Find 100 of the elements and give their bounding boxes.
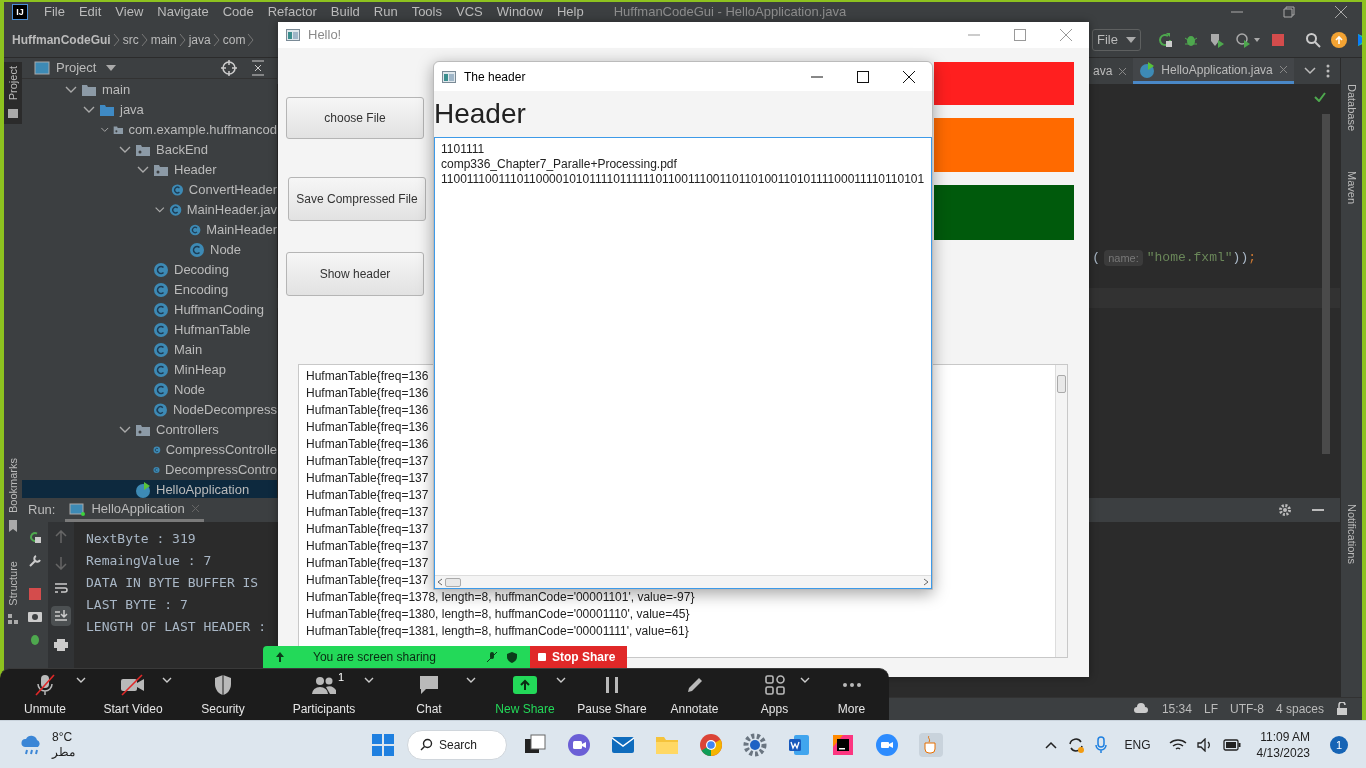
side-tab[interactable]: Database: [1343, 84, 1360, 132]
list-item[interactable]: HufmanTable{freq=137: [306, 572, 429, 589]
action-button[interactable]: Show header: [286, 252, 424, 296]
tree-label: HelloApplication: [156, 480, 250, 498]
toolbar-button[interactable]: Apps: [735, 669, 814, 720]
menu-item[interactable]: Build: [330, 2, 360, 22]
breadcrumb[interactable]: HuffmanCodeGui: [12, 30, 111, 49]
list-item[interactable]: HufmanTable{freq=136: [306, 385, 429, 402]
run-tab[interactable]: HelloApplication: [65, 498, 204, 522]
menu-item[interactable]: Edit: [78, 2, 102, 22]
menu-item[interactable]: VCS: [456, 2, 483, 22]
list-item[interactable]: HufmanTable{freq=136: [306, 436, 429, 453]
status-item[interactable]: UTF-8: [1229, 700, 1264, 718]
text-line: 1101111: [441, 142, 486, 157]
toolbar-button[interactable]: 1 Participants: [270, 669, 378, 720]
toolbar-button[interactable]: New Share: [480, 669, 570, 720]
editor-tab[interactable]: HelloApplication.java: [1133, 58, 1294, 84]
tree-item[interactable]: MainHeader.jav: [22, 199, 277, 220]
tree-item[interactable]: ConvertHeader: [22, 179, 277, 200]
sharing-banner: You are screen sharing: [263, 646, 530, 668]
tree-item[interactable]: Node: [22, 379, 277, 400]
menu-item[interactable]: Refactor: [267, 2, 317, 22]
list-item[interactable]: HufmanTable{freq=136: [306, 402, 429, 419]
list-item[interactable]: HufmanTable{freq=137: [306, 470, 429, 487]
tree-item[interactable]: MinHeap: [22, 359, 277, 380]
menu-item[interactable]: Run: [373, 2, 398, 22]
tree-item[interactable]: Header: [22, 159, 277, 180]
tree-item[interactable]: Decoding: [22, 259, 277, 280]
list-item[interactable]: HufmanTable{freq=137: [306, 521, 429, 538]
list-item[interactable]: HufmanTable{freq=137: [306, 487, 429, 504]
tree-item[interactable]: CompressControlle: [22, 439, 277, 460]
list-item[interactable]: HufmanTable{freq=136: [306, 368, 429, 385]
heading: Header: [434, 97, 526, 131]
list-item[interactable]: HufmanTable{freq=1378, length=8, huffmanCode='00001101', value=-97}: [306, 589, 695, 606]
status-item[interactable]: 15:34: [1161, 700, 1192, 718]
tree-item[interactable]: HufmanTable: [22, 319, 277, 340]
tree-item[interactable]: Node: [22, 239, 277, 260]
side-tab[interactable]: Maven: [1343, 171, 1360, 205]
toolbar-button[interactable]: Start Video: [90, 669, 176, 720]
menu-item[interactable]: Code: [222, 2, 254, 22]
tree-item[interactable]: NodeDecompress: [22, 399, 277, 420]
tree-item[interactable]: main: [22, 79, 277, 100]
text-area[interactable]: 1101111 comp336_Chapter7_Paralle+Processing.pdf 1100111001110110000101011110111111011001110011011010011010111100011110110101: [434, 137, 932, 589]
side-tab[interactable]: Structure: [4, 557, 22, 630]
action-button[interactable]: Save Compressed File: [288, 177, 426, 221]
menu-item[interactable]: View: [115, 2, 144, 22]
status-item[interactable]: LF: [1203, 700, 1218, 718]
list-item[interactable]: HufmanTable{freq=137: [306, 555, 429, 572]
list-item[interactable]: HufmanTable{freq=137: [306, 453, 429, 470]
clock-date[interactable]: 4/13/2023: [1256, 744, 1310, 761]
breadcrumb[interactable]: java: [188, 30, 211, 49]
console-line: NextByte : 319: [86, 530, 196, 548]
toolbar-button[interactable]: Unmute: [0, 669, 90, 720]
breadcrumb[interactable]: main: [150, 30, 177, 49]
menu-item[interactable]: Tools: [411, 2, 442, 22]
toolbar-button[interactable]: Pause Share: [570, 669, 654, 720]
tree-item[interactable]: Controllers: [22, 419, 277, 440]
breadcrumb[interactable]: src: [122, 30, 139, 49]
menu-item[interactable]: Navigate: [157, 2, 209, 22]
tree-label: Controllers: [156, 420, 219, 439]
tree-label: ConvertHeader: [188, 180, 277, 199]
list-item[interactable]: HufmanTable{freq=136: [306, 419, 429, 436]
panel-title[interactable]: Project: [56, 58, 97, 78]
tree-label: Node: [174, 380, 206, 399]
status-item[interactable]: 4 spaces: [1275, 700, 1324, 718]
menu-item[interactable]: Help: [556, 2, 584, 22]
tree-item[interactable]: java: [22, 99, 277, 120]
run-config-dropdown[interactable]: File: [1092, 28, 1141, 51]
tree-item[interactable]: HelloApplication: [22, 479, 277, 498]
tree-item[interactable]: DecompressContro: [22, 459, 277, 480]
toolbar-button[interactable]: Chat: [378, 669, 480, 720]
list-item[interactable]: HufmanTable{freq=1380, length=8, huffmanCode='00001110', value=45}: [306, 606, 690, 623]
tree-item[interactable]: Encoding: [22, 279, 277, 300]
menu-item[interactable]: Window: [496, 2, 543, 22]
tree-item[interactable]: com.example.huffmancod: [22, 119, 277, 140]
list-item[interactable]: HufmanTable{freq=1381, length=8, huffmanCode='00001111', value=61}: [306, 623, 689, 640]
breadcrumb[interactable]: com: [222, 30, 246, 49]
notification-badge[interactable]: 1: [1330, 735, 1348, 754]
toolbar-button[interactable]: Annotate: [654, 669, 735, 720]
side-tab[interactable]: Bookmarks: [4, 454, 22, 538]
action-button[interactable]: choose File: [286, 97, 424, 139]
search-field[interactable]: Search: [407, 729, 507, 760]
tree-label: com.example.huffmancod: [128, 120, 277, 139]
language-indicator[interactable]: ENG: [1124, 735, 1151, 754]
side-tab[interactable]: Notifications: [1343, 504, 1360, 565]
tree-item[interactable]: BackEnd: [22, 139, 277, 160]
toolbar-button[interactable]: More: [814, 669, 889, 720]
toolbar-button[interactable]: Security: [176, 669, 270, 720]
side-tab[interactable]: Project: [4, 62, 22, 125]
tree-item[interactable]: HuffmanCoding: [22, 299, 277, 320]
clock-time[interactable]: 11:09 AM: [1260, 728, 1310, 745]
tree-label: MainHeader.jav: [186, 200, 277, 219]
list-item[interactable]: HufmanTable{freq=137: [306, 538, 429, 555]
editor-tab[interactable]: ava: [1087, 58, 1134, 84]
tree-label: Decoding: [174, 260, 229, 279]
tree-item[interactable]: Main: [22, 339, 277, 360]
list-item[interactable]: HufmanTable{freq=137: [306, 504, 429, 521]
tree-item[interactable]: MainHeader: [22, 219, 277, 240]
menu-item[interactable]: File: [44, 2, 65, 22]
stop-share-button[interactable]: Stop Share: [530, 646, 627, 668]
